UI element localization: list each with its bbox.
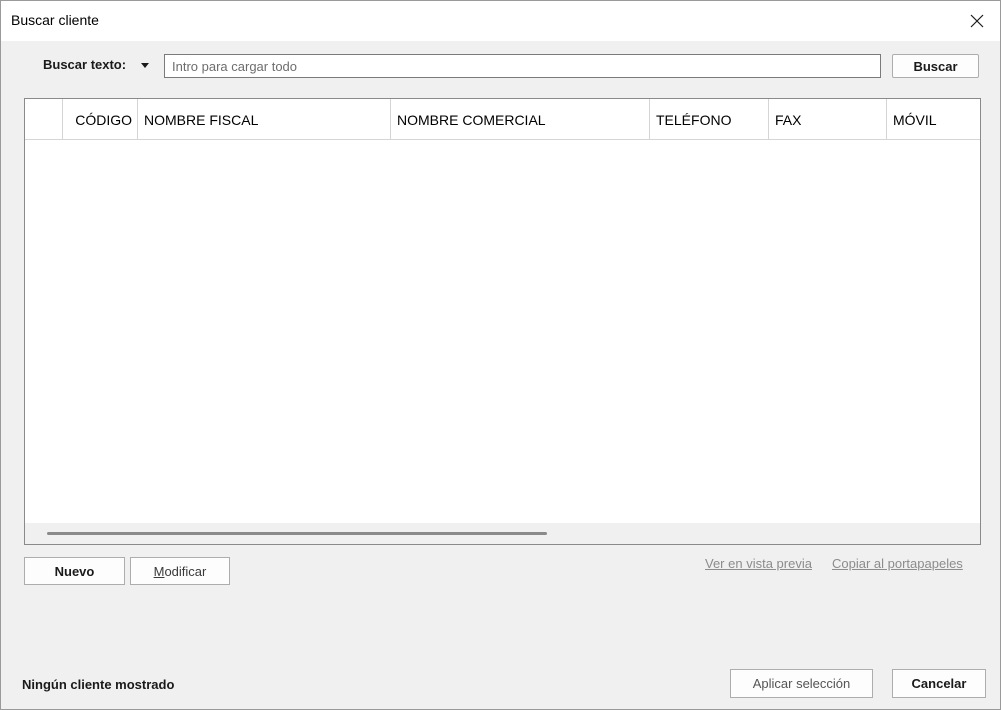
column-header-commercial-name[interactable]: NOMBRE COMERCIAL: [391, 99, 650, 140]
apply-selection-button[interactable]: Aplicar selección: [730, 669, 873, 698]
scrollbar-thumb[interactable]: [47, 532, 547, 535]
results-grid[interactable]: CÓDIGO NOMBRE FISCAL NOMBRE COMERCIAL TE…: [24, 98, 981, 545]
search-input[interactable]: [164, 54, 881, 78]
dialog-window: Buscar cliente Buscar texto: Buscar CÓDI…: [0, 0, 1001, 710]
modify-button-mnemonic: M: [153, 563, 165, 579]
column-header-fax[interactable]: FAX: [769, 99, 887, 140]
caret-down-icon: [141, 62, 149, 68]
status-text: Ningún cliente mostrado: [22, 677, 175, 692]
search-button[interactable]: Buscar: [892, 54, 979, 78]
title-bar: Buscar cliente: [1, 1, 1000, 41]
horizontal-scrollbar[interactable]: [25, 523, 980, 544]
close-button[interactable]: [954, 1, 1000, 41]
close-icon: [970, 14, 984, 28]
cancel-button[interactable]: Cancelar: [892, 669, 986, 698]
search-label: Buscar texto:: [43, 57, 127, 72]
copy-to-clipboard-link[interactable]: Copiar al portapapeles: [832, 556, 963, 571]
modify-button-label: odificar: [164, 563, 207, 579]
grid-body: [25, 140, 980, 523]
column-header-code[interactable]: CÓDIGO: [63, 99, 138, 140]
column-header-selector[interactable]: [25, 99, 63, 140]
modify-button[interactable]: Modificar: [130, 557, 230, 585]
column-header-fiscal-name[interactable]: NOMBRE FISCAL: [138, 99, 391, 140]
window-title: Buscar cliente: [11, 12, 99, 28]
search-field-dropdown[interactable]: [138, 57, 152, 73]
preview-link[interactable]: Ver en vista previa: [705, 556, 812, 571]
column-header-phone[interactable]: TELÉFONO: [650, 99, 769, 140]
grid-header: CÓDIGO NOMBRE FISCAL NOMBRE COMERCIAL TE…: [25, 99, 980, 140]
new-button[interactable]: Nuevo: [24, 557, 125, 585]
column-header-mobile[interactable]: MÓVIL: [887, 99, 980, 140]
